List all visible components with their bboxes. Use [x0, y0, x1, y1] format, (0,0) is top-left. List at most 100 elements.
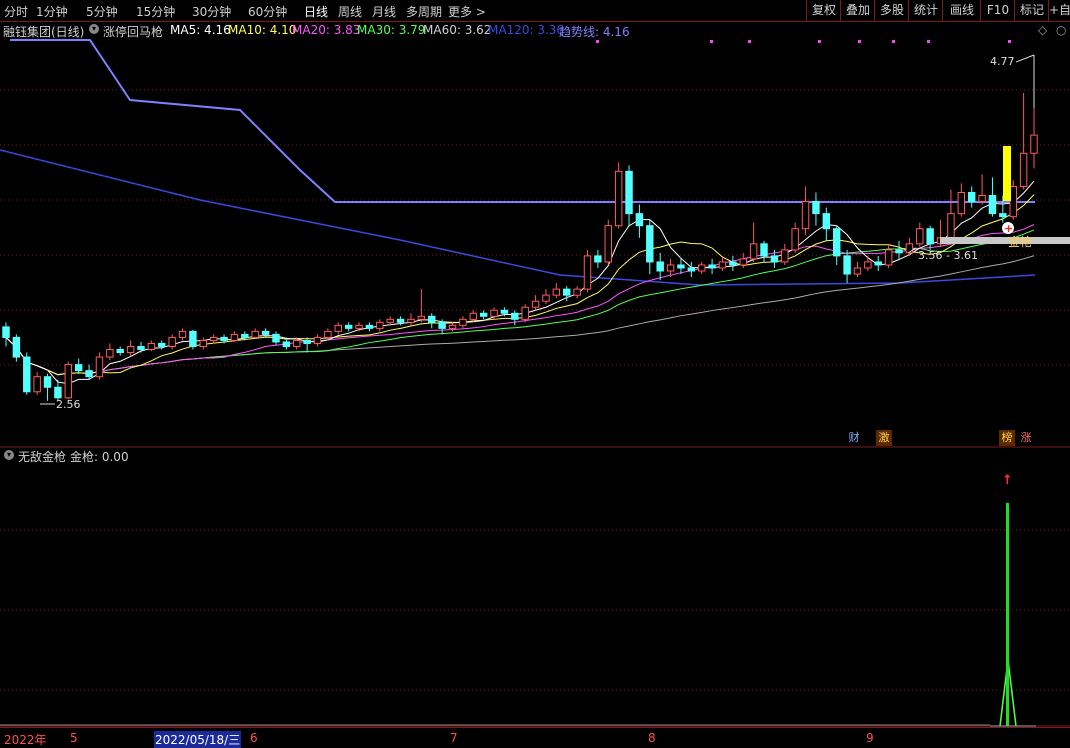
badge-leaderboard[interactable]: 榜 — [999, 430, 1015, 446]
candle-body — [967, 191, 976, 203]
candle-body — [552, 288, 561, 296]
candle-body — [729, 261, 737, 266]
signal-dot — [892, 40, 895, 43]
candle-body — [978, 195, 986, 203]
candle-body — [469, 312, 477, 320]
date-label-cursor: 2022/05/18/三 — [154, 731, 242, 748]
candle-body — [864, 261, 872, 269]
candle-body — [957, 191, 966, 215]
candle-body — [344, 324, 353, 329]
candle-body — [64, 364, 73, 399]
candle-body — [656, 261, 664, 272]
candle-body — [843, 255, 851, 275]
candle-body — [895, 249, 903, 254]
candle-body — [209, 336, 218, 341]
candle-body — [241, 333, 249, 338]
candle-body — [542, 294, 550, 302]
candle-body — [905, 243, 914, 254]
badge-active[interactable]: 激 — [876, 430, 892, 446]
candle-body — [853, 267, 862, 275]
candle-body — [531, 300, 540, 308]
candle-body — [407, 318, 415, 323]
signal-dot — [858, 40, 861, 43]
candle-body — [376, 321, 384, 329]
candle-body — [334, 324, 343, 332]
high-pointer — [1015, 54, 1035, 63]
candle-body — [988, 195, 997, 215]
candle-body — [874, 261, 882, 266]
candle-body — [832, 228, 841, 257]
candle-body — [947, 213, 955, 239]
candle-body — [625, 170, 633, 215]
indicator-name[interactable]: 无敌金枪 — [18, 448, 66, 465]
candle-body — [781, 249, 789, 263]
candle-body — [272, 333, 280, 343]
candle-body — [95, 356, 104, 378]
indicator-value: 金枪: 0.00 — [70, 450, 129, 464]
candle-body — [23, 356, 31, 393]
candle-body — [479, 312, 488, 317]
indicator-toggle-icon[interactable]: ▾ — [4, 450, 14, 460]
signal-dot — [596, 40, 599, 43]
candle-body — [438, 321, 446, 329]
candle-body — [500, 309, 509, 314]
ma30-line — [5, 229, 1035, 376]
candle-body — [677, 264, 685, 269]
range-label: 3.56 - 3.61 — [918, 249, 978, 262]
candle-body — [158, 342, 166, 347]
candle-body — [313, 336, 322, 344]
up-arrow-icon: ↑ — [1002, 473, 1013, 488]
badge-limit-up[interactable]: 涨 — [1018, 430, 1034, 446]
signal-dot — [748, 40, 751, 43]
date-label-year: 2022年 — [4, 733, 47, 747]
candle-body — [137, 345, 145, 351]
candle-body — [791, 228, 799, 251]
badge-finance[interactable]: 财 — [846, 430, 862, 446]
candle-body — [43, 376, 52, 388]
candle-body — [126, 345, 135, 354]
low-price-label: 2.56 — [56, 398, 81, 411]
candle-body — [594, 255, 602, 263]
candle-body — [604, 225, 612, 263]
candle-body — [884, 249, 893, 266]
candle-body — [459, 318, 467, 326]
candle-body — [739, 258, 747, 266]
highlight-bar — [1003, 146, 1011, 201]
candle-body — [749, 243, 758, 260]
candle-body — [199, 339, 208, 347]
high-price-label: 4.77 — [990, 55, 1015, 68]
candle-body — [448, 324, 457, 329]
date-label-sep: 9 — [866, 731, 874, 745]
date-label-jun: 6 — [250, 731, 258, 745]
candle-body — [697, 264, 706, 272]
candle-body — [106, 349, 114, 358]
candle-body — [147, 342, 156, 351]
candle-body — [812, 201, 820, 215]
candle-body — [926, 228, 934, 245]
candle-body — [324, 330, 332, 338]
candle-body — [355, 324, 363, 329]
date-label-may: 5 — [70, 731, 78, 745]
candle-body — [490, 309, 498, 317]
candle-body — [511, 312, 519, 320]
candle-body — [635, 213, 644, 227]
candle-body — [178, 330, 187, 338]
signal-dot — [927, 40, 930, 43]
signal-dot — [818, 40, 821, 43]
candle-body — [282, 341, 291, 347]
candle-body — [365, 324, 374, 329]
candle-body — [189, 330, 197, 347]
candle-body — [293, 339, 301, 347]
candle-body — [54, 386, 62, 399]
candle-body — [74, 364, 83, 372]
candle-body — [303, 339, 311, 344]
date-label-aug: 8 — [648, 731, 656, 745]
candle-body — [718, 261, 727, 269]
candle-body — [2, 326, 10, 338]
candle-body — [666, 264, 675, 272]
candle-body — [563, 288, 571, 296]
candle-body — [396, 318, 405, 323]
ma20-line — [5, 224, 1035, 376]
candle-body — [428, 315, 436, 323]
candlestick-chart[interactable]: +↑ — [0, 0, 1070, 746]
